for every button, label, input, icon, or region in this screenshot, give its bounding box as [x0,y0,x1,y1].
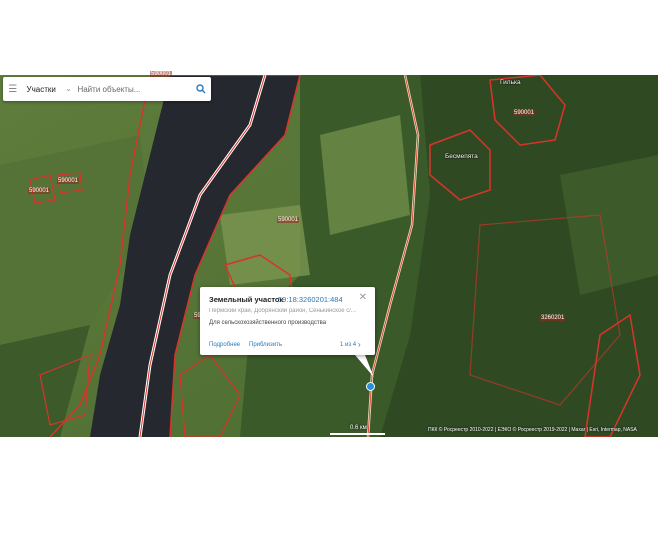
layer-select[interactable]: Участки [23,85,66,94]
satellite-map[interactable] [0,75,658,437]
scale-bar: 0.6 км [330,425,385,435]
place-label: Гилька [500,79,521,86]
field-patch [320,115,410,235]
parcel-address: Пермский край, Добрянский район, Сенькин… [209,308,356,314]
parcel-label: 590001 [28,188,51,194]
search-bar: ☰ Участки ⌄ [3,77,211,101]
parcel-label: 3260201 [540,315,566,321]
parcel-label: 590001 [277,217,300,223]
map-imagery [0,75,658,437]
parcel-label: 590001 [57,178,80,184]
parcel-label: 590001 [513,110,536,116]
chevron-down-icon[interactable]: ⌄ [66,85,74,93]
cadastral-id[interactable]: 59:18:3260201:484 [278,295,343,304]
pagination-label: 1 из 4 [340,342,357,348]
scale-line [330,433,385,435]
popup-title: Земельный участок [209,295,284,304]
more-link[interactable]: Подробнее [209,342,240,348]
parcel-popup: Земельный участок 59:18:3260201:484 ✕ Пе… [200,287,375,355]
map-attribution: ПКК © Росреестр 2010-2022 | ЕЭКО © Росре… [428,427,637,433]
place-label: Бесмепята [445,153,478,160]
scale-label: 0.6 км [350,425,367,431]
parcel-usage: Для сельскохозяйственного производства [209,320,327,326]
search-icon[interactable] [191,84,211,94]
chevron-right-icon[interactable]: › [358,340,361,349]
close-icon[interactable]: ✕ [359,292,367,303]
location-pin-icon[interactable] [366,382,375,391]
zoom-link[interactable]: Приблизить [249,342,282,348]
menu-icon[interactable]: ☰ [3,84,23,95]
search-input[interactable] [73,84,192,94]
